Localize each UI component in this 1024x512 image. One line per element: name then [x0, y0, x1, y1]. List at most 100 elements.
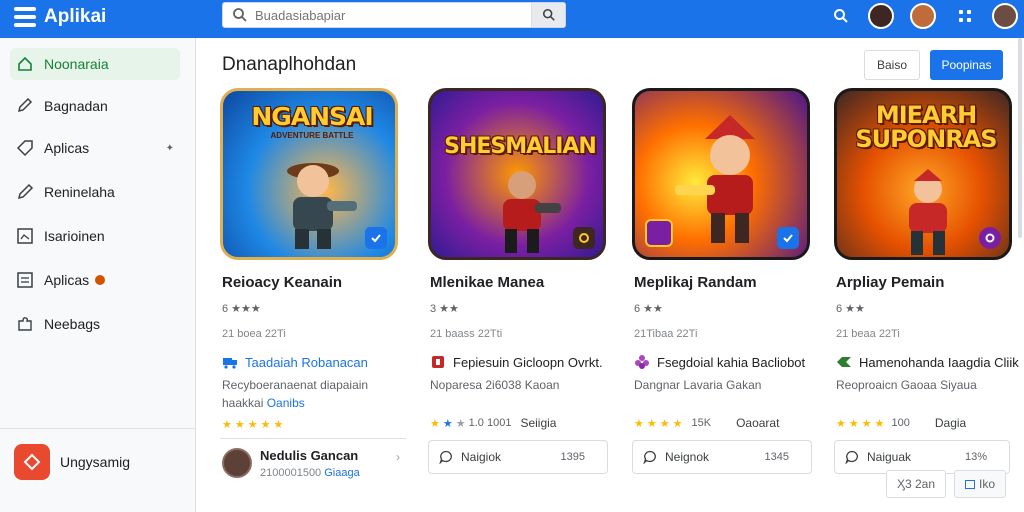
developer-name[interactable]: Fsegdoial kahia Bacliobot	[657, 355, 805, 370]
search-bar[interactable]	[222, 2, 566, 28]
reviewer-row[interactable]: Nedulis Gancan 2100001500 Giaaga	[222, 448, 360, 479]
reviewer-link[interactable]: Giaaga	[324, 467, 359, 479]
flower-icon	[634, 354, 650, 370]
top-app-bar: Aplikai	[0, 0, 1024, 38]
app-name: Aplikai	[44, 6, 107, 27]
verified-badge-icon	[777, 227, 799, 249]
developer-row[interactable]: Fsegdoial kahia Bacliobot	[634, 354, 805, 370]
apps-grid-icon[interactable]	[952, 3, 978, 29]
leaf-icon	[836, 354, 852, 370]
app-artwork[interactable]	[632, 88, 810, 260]
card-divider	[220, 438, 406, 439]
user-avatar[interactable]	[992, 3, 1018, 29]
sidebar-item-label: Bagnadan	[44, 98, 108, 114]
developer-row[interactable]: Hamenohanda Iaagdia Cliik	[836, 354, 1019, 370]
artwork-title: NGANSAI	[251, 102, 373, 131]
developer-row[interactable]: Fepiesuin Gicloopn Ovrkt.	[430, 354, 603, 370]
verified-badge-icon	[365, 227, 387, 249]
game-avatar-icon[interactable]	[868, 3, 894, 29]
star-rating: ★ ★ ★ ★ ★	[222, 419, 284, 431]
app-name[interactable]: Arpliay Pemain	[836, 274, 944, 291]
review-button[interactable]: Neignok 1345	[632, 440, 812, 474]
comment-icon	[845, 450, 858, 464]
artwork-title: MIEARH SUPONRAS	[855, 101, 997, 153]
sidebar-item-apps[interactable]: Aplicas ✦	[10, 132, 180, 164]
sidebar-divider	[0, 428, 195, 429]
main-content: Dnanaplhohdan Baiso Poopinas NGANSAI ADV…	[196, 38, 1024, 512]
app-card[interactable]: NGANSAI ADVENTURE BATTLE Reioacy Keanain…	[220, 88, 406, 508]
sidebar-item-home[interactable]: Noonaraia	[10, 48, 180, 80]
review-button[interactable]: Naigiok 1395	[428, 440, 608, 474]
scrollbar[interactable]	[1018, 38, 1022, 238]
pencil-icon	[17, 97, 33, 113]
sidebar-item-review[interactable]: Reninelaha	[10, 176, 180, 208]
app-tag-icon	[14, 444, 50, 480]
star-rating: ★ ★ ★ 1.0 1001 Seiigia	[430, 416, 557, 430]
app-description: Reoproaicn Gaoaa Siyaua	[836, 378, 977, 392]
picture-icon	[17, 228, 33, 244]
footer-tertiary-button[interactable]: Iko	[954, 470, 1006, 498]
hero-character-icon	[675, 115, 755, 243]
app-meta: 21 beaa 22Ti	[836, 328, 900, 340]
description-link[interactable]: Oanibs	[267, 396, 305, 410]
app-name[interactable]: Reioacy Keanain	[222, 274, 342, 291]
rating-summary: 6 ★★★	[222, 303, 261, 315]
sidebar-item-edit[interactable]: Bagnadan	[10, 90, 180, 122]
app-card[interactable]: Meplikaj Randam 6 ★★ 21Tibaa 22Ti Fsegdo…	[632, 88, 818, 508]
puzzle-icon	[18, 317, 32, 331]
app-logo[interactable]: Aplikai	[14, 6, 106, 28]
sidebar-app-label: Ungysamig	[60, 454, 131, 470]
sidebar-item-label: Aplicas	[44, 272, 90, 288]
app-meta: 21Tibaa 22Ti	[634, 328, 698, 340]
search-submit-button[interactable]	[531, 3, 565, 27]
reviewer-name: Nedulis Gancan	[260, 448, 359, 463]
app-artwork[interactable]: NGANSAI ADVENTURE BATTLE	[220, 88, 398, 260]
home-icon	[18, 56, 32, 71]
search-icon[interactable]	[828, 3, 854, 29]
search-icon	[542, 8, 555, 21]
sidebar-item-label: Aplicas	[44, 140, 90, 156]
game-emblem-icon	[645, 219, 673, 247]
sidebar-item-apps-list[interactable]: Aplicas	[10, 264, 180, 296]
developer-name[interactable]: Taadaiah Robanacan	[245, 355, 368, 370]
developer-name[interactable]: Hamenohanda Iaagdia Cliik	[859, 355, 1019, 370]
search-icon	[233, 8, 247, 22]
app-name[interactable]: Meplikaj Randam	[634, 274, 757, 291]
sidebar-featured-app[interactable]: Ungysamig	[14, 444, 130, 480]
hero-character-icon	[503, 171, 561, 253]
sidebar-item-news[interactable]: Neebags	[10, 308, 180, 340]
hero-character-icon	[287, 163, 357, 249]
app-name[interactable]: Mlenikae Manea	[430, 274, 544, 291]
sidebar-item-library[interactable]: Isarioinen	[10, 220, 180, 252]
star-rating: ★ ★ ★ ★ 15K Oaoarat	[634, 416, 780, 430]
app-card[interactable]: MIEARH SUPONRAS Arpliay Pemain 6 ★★ 21 b…	[834, 88, 1020, 508]
app-meta: 21 boea 22Ti	[222, 328, 286, 340]
notification-dot	[95, 275, 106, 285]
app-description: Dangnar Lavaria Gakan	[634, 378, 762, 392]
app-card[interactable]: SHESMALIAN Mlenikae Manea 3 ★★ 21 baass …	[428, 88, 614, 508]
developer-name[interactable]: Fepiesuin Gicloopn Ovrkt.	[453, 355, 603, 370]
rating-summary: 3 ★★	[430, 303, 459, 315]
page-title: Dnanaplhohdan	[222, 54, 357, 75]
tag-icon	[16, 140, 33, 157]
review-button[interactable]: Naiguak 13%	[834, 440, 1010, 474]
app-artwork[interactable]: SHESMALIAN	[428, 88, 606, 260]
game-avatar-icon[interactable]	[910, 3, 936, 29]
footer-secondary-button[interactable]: Ӽ3 2an	[886, 470, 946, 498]
developer-row[interactable]: Taadaiah Robanacan	[222, 354, 368, 370]
sidebar-item-label: Isarioinen	[44, 228, 105, 244]
primary-button[interactable]: Poopinas	[930, 50, 1003, 80]
reviewer-avatar	[222, 448, 252, 478]
app-description: Noparesa 2i6038 Kaoan	[430, 378, 560, 392]
chevron-right-icon[interactable]: ›	[396, 450, 400, 464]
menu-stack-icon	[14, 7, 36, 27]
truck-icon	[222, 354, 238, 370]
sidebar-item-label: Noonaraia	[44, 56, 109, 72]
search-input[interactable]	[255, 6, 527, 25]
secondary-button[interactable]: Baiso	[864, 50, 920, 80]
app-artwork[interactable]: MIEARH SUPONRAS	[834, 88, 1012, 260]
star-rating: ★ ★ ★ ★ 100 Dagia	[836, 416, 967, 430]
app-meta: 21 baass 22Tti	[430, 328, 503, 340]
sidebar: Noonaraia Bagnadan Aplicas ✦ Reninelaha …	[0, 38, 196, 512]
sparkle-icon: ✦	[165, 142, 174, 154]
